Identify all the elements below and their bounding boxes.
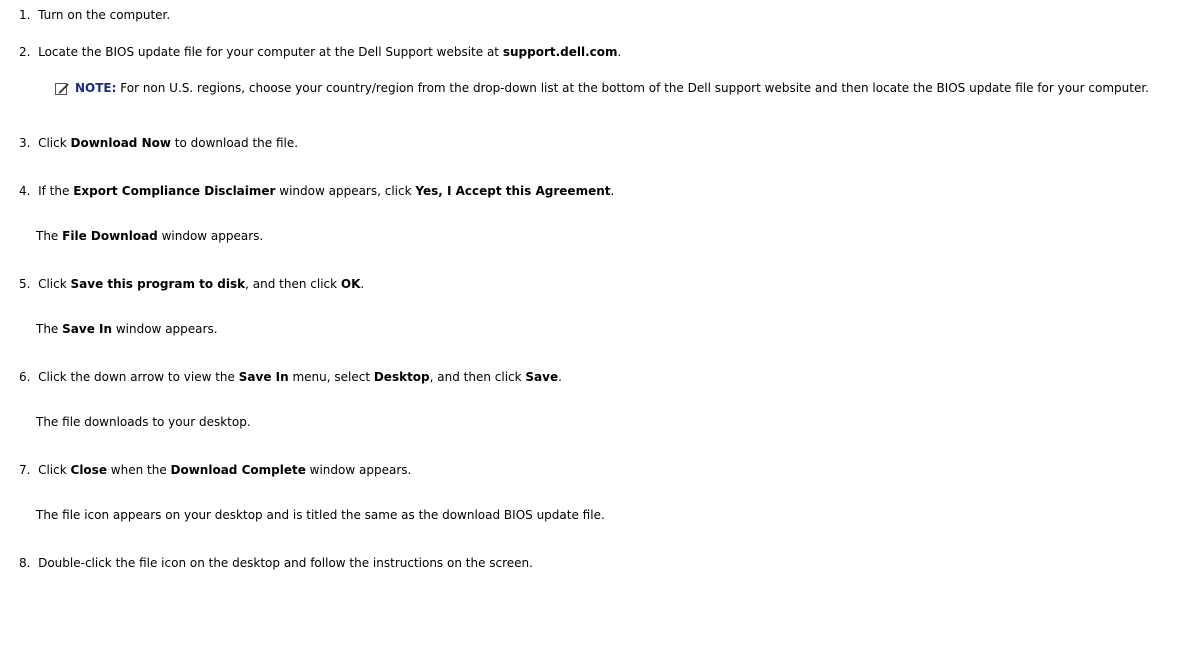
text-run: window appears. [305,463,412,477]
note-text: For non U.S. regions, choose your countr… [116,81,1149,95]
bold-term: Download Now [70,136,171,150]
step-number: 5. [19,277,31,291]
step-4: 4. If the Export Compliance Disclaimer w… [19,184,614,199]
text-run: , and then click [245,277,341,291]
step-text: Click Download Now to download the file. [38,136,298,150]
bold-term: Save this program to disk [70,277,246,291]
text-run: Click [38,136,71,150]
text-run: Locate the BIOS update file for your com… [38,45,503,59]
step-text: Locate the BIOS update file for your com… [38,45,621,59]
bold-term: Save In [62,322,113,336]
step-3: 3. Click Download Now to download the fi… [19,136,298,151]
text-run: window appears, click [275,184,416,198]
step-1: 1. Turn on the computer. [19,8,170,23]
step-text: Click the down arrow to view the Save In… [38,370,562,384]
text-run: Click the down arrow to view the [38,370,239,384]
step-number: 7. [19,463,31,477]
text-run: Turn on the computer. [38,8,171,22]
step-8: 8. Double-click the file icon on the des… [19,556,533,571]
result-text: The Save In window appears. [36,322,218,336]
text-run: menu, select [288,370,374,384]
step-number: 8. [19,556,31,570]
bold-term: OK [340,277,361,291]
step-text: If the Export Compliance Disclaimer wind… [38,184,614,198]
step-6-result: The file downloads to your desktop. [36,415,251,430]
step-4-result: The File Download window appears. [36,229,263,244]
step-number: 6. [19,370,31,384]
pencil-note-icon [55,83,69,95]
text-run: Double-click the file icon on the deskto… [38,556,533,570]
result-text: The file downloads to your desktop. [36,415,251,429]
text-run: . [360,277,365,291]
text-run: The [36,229,63,243]
text-run: window appears. [157,229,264,243]
step-text: Click Save this program to disk, and the… [38,277,364,291]
bold-term: Yes, I Accept this Agreement [415,184,611,198]
text-run: The file icon appears on your desktop an… [36,508,605,522]
text-run: The file downloads to your desktop. [36,415,251,429]
text-run: . [558,370,562,384]
text-run: Click [38,277,71,291]
bold-term: File Download [62,229,158,243]
step-number: 1. [19,8,31,22]
step-2: 2. Locate the BIOS update file for your … [19,45,621,60]
step-6: 6. Click the down arrow to view the Save… [19,370,562,385]
step-7: 7. Click Close when the Download Complet… [19,463,411,478]
text-run: , and then click [429,370,526,384]
step-5-result: The Save In window appears. [36,322,218,337]
text-run: The [36,322,63,336]
text-run: . [617,45,622,59]
bold-term: Save In [238,370,289,384]
text-run: If the [38,184,74,198]
bold-term: Close [70,463,107,477]
step-text: Turn on the computer. [38,8,170,22]
step-text: Click Close when the Download Complete w… [38,463,411,477]
text-run: . [610,184,615,198]
result-text: The file icon appears on your desktop an… [36,508,605,522]
step-number: 3. [19,136,31,150]
text-run: to download the file. [170,136,299,150]
text-run: Click [38,463,71,477]
result-text: The File Download window appears. [36,229,263,243]
bold-term: Download Complete [170,463,306,477]
note: NOTE: For non U.S. regions, choose your … [75,81,1170,95]
bold-term: support.dell.com [502,45,618,59]
bold-term: Save [525,370,559,384]
step-5: 5. Click Save this program to disk, and … [19,277,364,292]
step-number: 2. [19,45,31,59]
note-label: NOTE: [75,81,117,95]
step-number: 4. [19,184,31,198]
step-text: Double-click the file icon on the deskto… [38,556,533,570]
bold-term: Desktop [373,370,430,384]
step-7-result: The file icon appears on your desktop an… [36,508,605,523]
text-run: window appears. [112,322,218,336]
bold-term: Export Compliance Disclaimer [73,184,276,198]
text-run: when the [106,463,171,477]
